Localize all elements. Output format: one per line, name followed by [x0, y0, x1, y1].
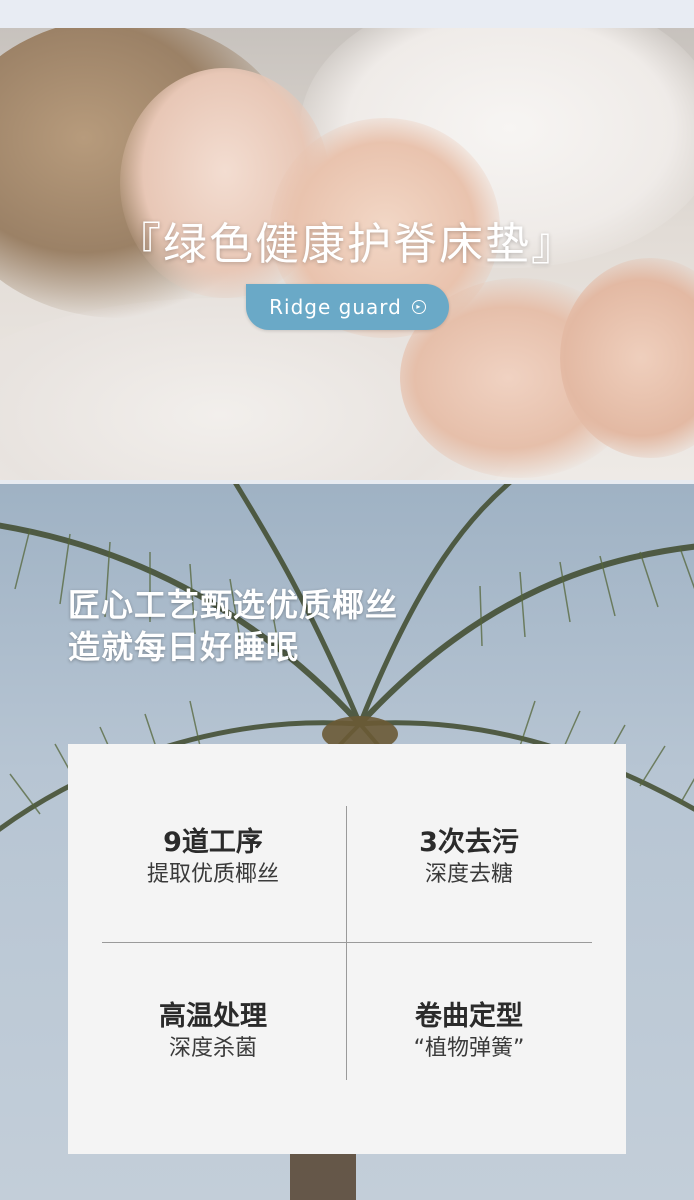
arrow-circle-icon: ▸	[411, 300, 426, 314]
feature-title: 高温处理	[159, 1001, 267, 1032]
feature-curl: 卷曲定型 “植物弹簧”	[354, 1000, 584, 1064]
ridge-guard-button[interactable]: Ridge guard ▸	[246, 284, 449, 330]
feature-subtitle: 提取优质椰丝	[146, 862, 279, 887]
cta-label: Ridge guard	[269, 295, 402, 319]
top-strip	[0, 0, 694, 28]
features-card: 9道工序 提取优质椰丝 3次去污 深度去糖 高温处理 深度杀菌 卷曲定型 “植物…	[68, 744, 626, 1154]
section-heading: 匠心工艺甄选优质椰丝 造就每日好睡眠	[68, 584, 398, 668]
feature-heat: 高温处理 深度杀菌	[98, 1000, 328, 1064]
feature-title: 卷曲定型	[415, 1001, 523, 1032]
vertical-divider	[346, 806, 347, 1080]
feature-cleaning: 3次去污 深度去糖	[354, 826, 584, 890]
feature-subtitle: 深度去糖	[424, 862, 513, 887]
hero-title: 『绿色健康护脊床垫』	[117, 219, 577, 270]
feature-process: 9道工序 提取优质椰丝	[98, 826, 328, 890]
feature-subtitle: 深度杀菌	[168, 1036, 257, 1061]
feature-subtitle: “植物弹簧”	[413, 1036, 525, 1061]
feature-title: 9道工序	[163, 827, 263, 858]
heading-line-1: 匠心工艺甄选优质椰丝	[68, 586, 399, 624]
palm-section: 匠心工艺甄选优质椰丝 造就每日好睡眠 9道工序 提取优质椰丝 3次去污 深度去糖…	[0, 484, 694, 1200]
heading-line-2: 造就每日好睡眠	[68, 628, 300, 666]
hero-banner: 『绿色健康护脊床垫』 Ridge guard ▸	[0, 28, 694, 480]
feature-title: 3次去污	[419, 827, 519, 858]
horizontal-divider	[102, 942, 592, 943]
